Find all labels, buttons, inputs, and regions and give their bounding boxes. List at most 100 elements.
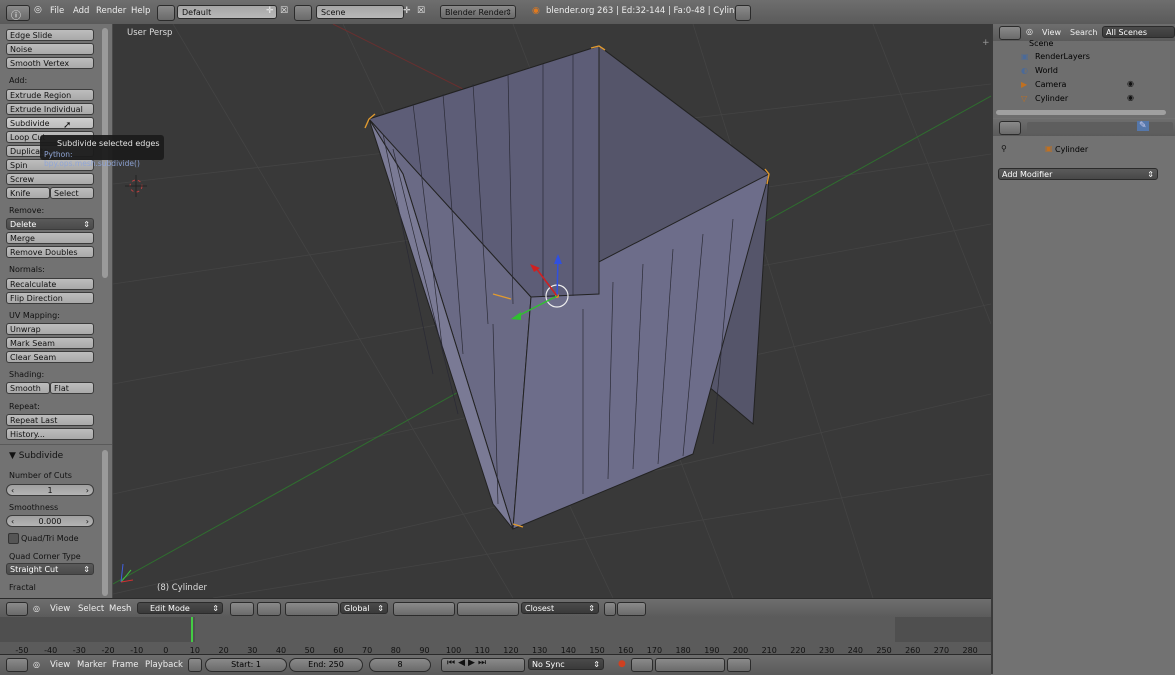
smooth-button[interactable]: Smooth: [6, 382, 50, 394]
outliner-item-world[interactable]: World: [1035, 66, 1058, 75]
outliner-search-menu[interactable]: Search: [1070, 28, 1097, 37]
remove-layout-icon[interactable]: ☒: [280, 6, 288, 16]
current-frame-field[interactable]: 8: [369, 658, 431, 672]
increment-icon[interactable]: ›: [86, 516, 89, 526]
flat-button[interactable]: Flat: [50, 382, 94, 394]
decrement-icon[interactable]: ‹: [11, 485, 14, 495]
menu-view[interactable]: View: [50, 660, 70, 670]
select-mode-buttons[interactable]: [393, 602, 455, 616]
corner-type-dropdown[interactable]: Straight Cut ⇕: [6, 563, 94, 575]
menu-select[interactable]: Select: [78, 604, 104, 614]
outliner-item-camera[interactable]: Camera: [1035, 80, 1066, 89]
auto-keyframe-icon[interactable]: [188, 658, 202, 672]
quad-tri-checkbox[interactable]: [8, 533, 19, 544]
unwrap-button[interactable]: Unwrap: [6, 323, 94, 335]
remove-doubles-button[interactable]: Remove Doubles: [6, 246, 94, 258]
add-modifier-dropdown[interactable]: Add Modifier ⇕: [998, 168, 1158, 180]
record-icon[interactable]: ●: [618, 659, 626, 669]
menu-render[interactable]: Render: [96, 6, 126, 16]
pivot-point-button[interactable]: [257, 602, 281, 616]
visibility-eye-icon[interactable]: ◉: [1127, 79, 1134, 88]
outliner-filter-dropdown[interactable]: All Scenes: [1102, 26, 1175, 38]
add-region-icon[interactable]: +: [982, 38, 990, 48]
screen-layout-field[interactable]: Default: [177, 5, 277, 19]
modifier-wrench-icon[interactable]: ✎: [1137, 121, 1149, 131]
insert-keyframe-buttons[interactable]: [727, 658, 751, 672]
visibility-eye-icon[interactable]: ◉: [1127, 93, 1134, 102]
screw-button[interactable]: Screw: [6, 173, 94, 185]
remove-scene-icon[interactable]: ☒: [417, 6, 425, 16]
noise-button[interactable]: Noise: [6, 43, 94, 55]
fullscreen-icon[interactable]: [735, 5, 751, 21]
increment-icon[interactable]: ›: [86, 485, 89, 495]
decrement-icon[interactable]: ‹: [11, 516, 14, 526]
opengl-render-button[interactable]: [604, 602, 616, 616]
outliner-item-scene[interactable]: Scene: [1029, 39, 1053, 48]
number-of-cuts-field[interactable]: ‹ 1 ›: [6, 484, 94, 496]
outliner-item-cylinder[interactable]: Cylinder: [1035, 94, 1068, 103]
mark-seam-button[interactable]: Mark Seam: [6, 337, 94, 349]
delete-dropdown[interactable]: Delete ⇕: [6, 218, 94, 230]
menu-playback[interactable]: Playback: [145, 660, 183, 670]
merge-button[interactable]: Merge: [6, 232, 94, 244]
knife-button[interactable]: Knife: [6, 187, 50, 199]
area-divider[interactable]: [991, 24, 993, 674]
outliner-editor-type-button[interactable]: [999, 26, 1021, 40]
screen-layout-icon[interactable]: [157, 5, 175, 21]
sync-dropdown[interactable]: No Sync ⇕: [528, 658, 604, 670]
outliner-h-scrollbar[interactable]: [996, 110, 1166, 115]
smoothness-field[interactable]: ‹ 0.000 ›: [6, 515, 94, 527]
keying-set-button[interactable]: [631, 658, 653, 672]
menu-view[interactable]: View: [50, 604, 70, 614]
snap-target-dropdown[interactable]: Closest ⇕: [521, 602, 599, 614]
timeline-editor-type-button[interactable]: [6, 658, 28, 672]
menu-file[interactable]: File: [50, 6, 64, 16]
menu-add[interactable]: Add: [73, 6, 89, 16]
collapse-icon[interactable]: ◎: [34, 5, 42, 15]
knife-select-button[interactable]: Select: [50, 187, 94, 199]
3d-viewport[interactable]: User Persp (8) Cylinder +: [113, 24, 991, 598]
3d-view-editor-type-button[interactable]: [6, 602, 28, 616]
menu-help[interactable]: Help: [131, 6, 150, 16]
operator-panel-scrollbar[interactable]: [102, 450, 108, 596]
collapse-icon[interactable]: ◎: [33, 660, 40, 669]
clear-seam-button[interactable]: Clear Seam: [6, 351, 94, 363]
keying-set-field[interactable]: [655, 658, 725, 672]
scene-icon[interactable]: [294, 5, 312, 21]
subdivide-button[interactable]: Subdivide: [6, 117, 94, 129]
extrude-individual-button[interactable]: Extrude Individual: [6, 103, 94, 115]
pin-icon[interactable]: ⚲: [1001, 144, 1007, 153]
subdivide-panel-header[interactable]: ▼ Subdivide: [9, 451, 63, 461]
playback-icons[interactable]: ⏮◀▶⏭: [447, 658, 489, 668]
properties-editor-type-button[interactable]: [999, 121, 1021, 135]
history-button[interactable]: History...: [6, 428, 94, 440]
menu-marker[interactable]: Marker: [77, 660, 106, 670]
flip-direction-button[interactable]: Flip Direction: [6, 292, 94, 304]
repeat-last-button[interactable]: Repeat Last: [6, 414, 94, 426]
mode-dropdown[interactable]: Edit Mode ⇕: [137, 602, 223, 614]
start-frame-field[interactable]: Start: 1: [205, 658, 287, 672]
add-scene-icon[interactable]: ✛: [403, 6, 411, 16]
outliner-item-renderlayers[interactable]: RenderLayers: [1035, 52, 1090, 61]
orientation-dropdown[interactable]: Global ⇕: [340, 602, 388, 614]
playback-controls[interactable]: ⏮◀▶⏭: [441, 658, 525, 672]
viewport-shading-button[interactable]: [230, 602, 254, 616]
cylinder-mesh[interactable]: [364, 44, 770, 530]
smooth-vertex-button[interactable]: Smooth Vertex: [6, 57, 94, 69]
manipulator-buttons[interactable]: [285, 602, 339, 616]
opengl-anim-button[interactable]: [617, 602, 646, 616]
recalculate-button[interactable]: Recalculate: [6, 278, 94, 290]
add-layout-icon[interactable]: ✛: [266, 6, 274, 16]
collapse-icon[interactable]: ◎: [33, 604, 40, 613]
proportional-edit-buttons[interactable]: [457, 602, 519, 616]
current-frame-marker[interactable]: [191, 617, 193, 642]
end-frame-field[interactable]: End: 250: [289, 658, 363, 672]
render-engine-dropdown[interactable]: Blender Render ⇕: [440, 5, 516, 19]
timeline[interactable]: -50 -40 -30 -20 -10 0 10 20 30 40 50 60 70 80 90 100 110…: [0, 617, 991, 655]
extrude-region-button[interactable]: Extrude Region: [6, 89, 94, 101]
collapse-icon[interactable]: ◎: [1026, 27, 1033, 36]
scene-field[interactable]: Scene: [316, 5, 404, 19]
editor-type-button[interactable]: ⓘ: [6, 5, 30, 22]
edge-slide-button[interactable]: Edge Slide: [6, 29, 94, 41]
properties-context-tabs[interactable]: ✎: [1027, 121, 1173, 133]
